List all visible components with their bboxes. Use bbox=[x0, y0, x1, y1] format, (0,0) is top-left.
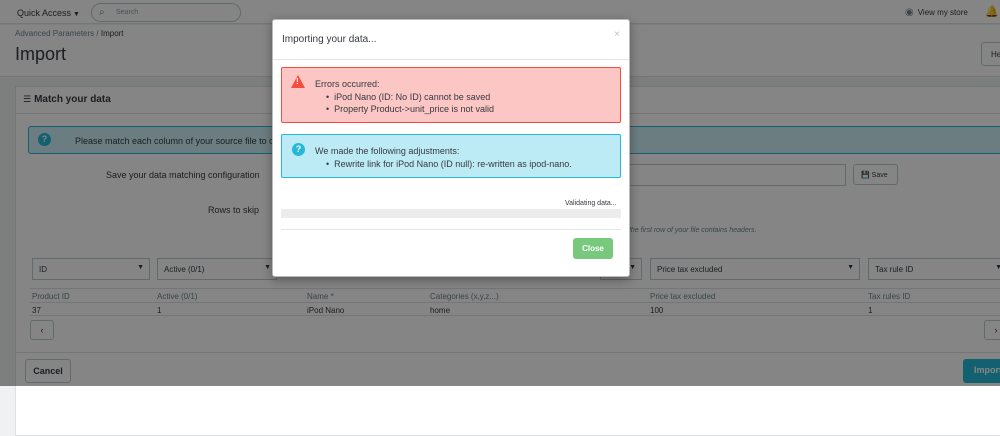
modal-close-icon[interactable]: × bbox=[614, 29, 620, 40]
modal-divider bbox=[281, 229, 621, 230]
import-progress-modal: Importing your data... × Errors occurred… bbox=[272, 19, 630, 277]
adjustment-item: Rewrite link for iPod Nano (ID null): re… bbox=[326, 158, 572, 170]
error-heading: Errors occurred: bbox=[315, 79, 380, 89]
warning-icon bbox=[291, 75, 305, 88]
adjustments-list: Rewrite link for iPod Nano (ID null): re… bbox=[326, 158, 572, 170]
modal-divider bbox=[273, 59, 629, 60]
validating-status: Validating data... bbox=[565, 200, 617, 207]
close-button[interactable]: Close bbox=[573, 238, 613, 259]
validation-progress-bar bbox=[281, 209, 621, 218]
adjustments-alert: ? We made the following adjustments: Rew… bbox=[281, 134, 621, 178]
progress-fill bbox=[281, 209, 621, 218]
error-alert: Errors occurred: iPod Nano (ID: No ID) c… bbox=[281, 67, 621, 123]
error-item: iPod Nano (ID: No ID) cannot be saved bbox=[326, 91, 494, 103]
error-item: Property Product->unit_price is not vali… bbox=[326, 103, 494, 115]
adjustments-heading: We made the following adjustments: bbox=[315, 146, 460, 156]
error-list: iPod Nano (ID: No ID) cannot be saved Pr… bbox=[326, 91, 494, 115]
modal-title: Importing your data... bbox=[282, 34, 377, 45]
question-icon: ? bbox=[292, 143, 305, 156]
